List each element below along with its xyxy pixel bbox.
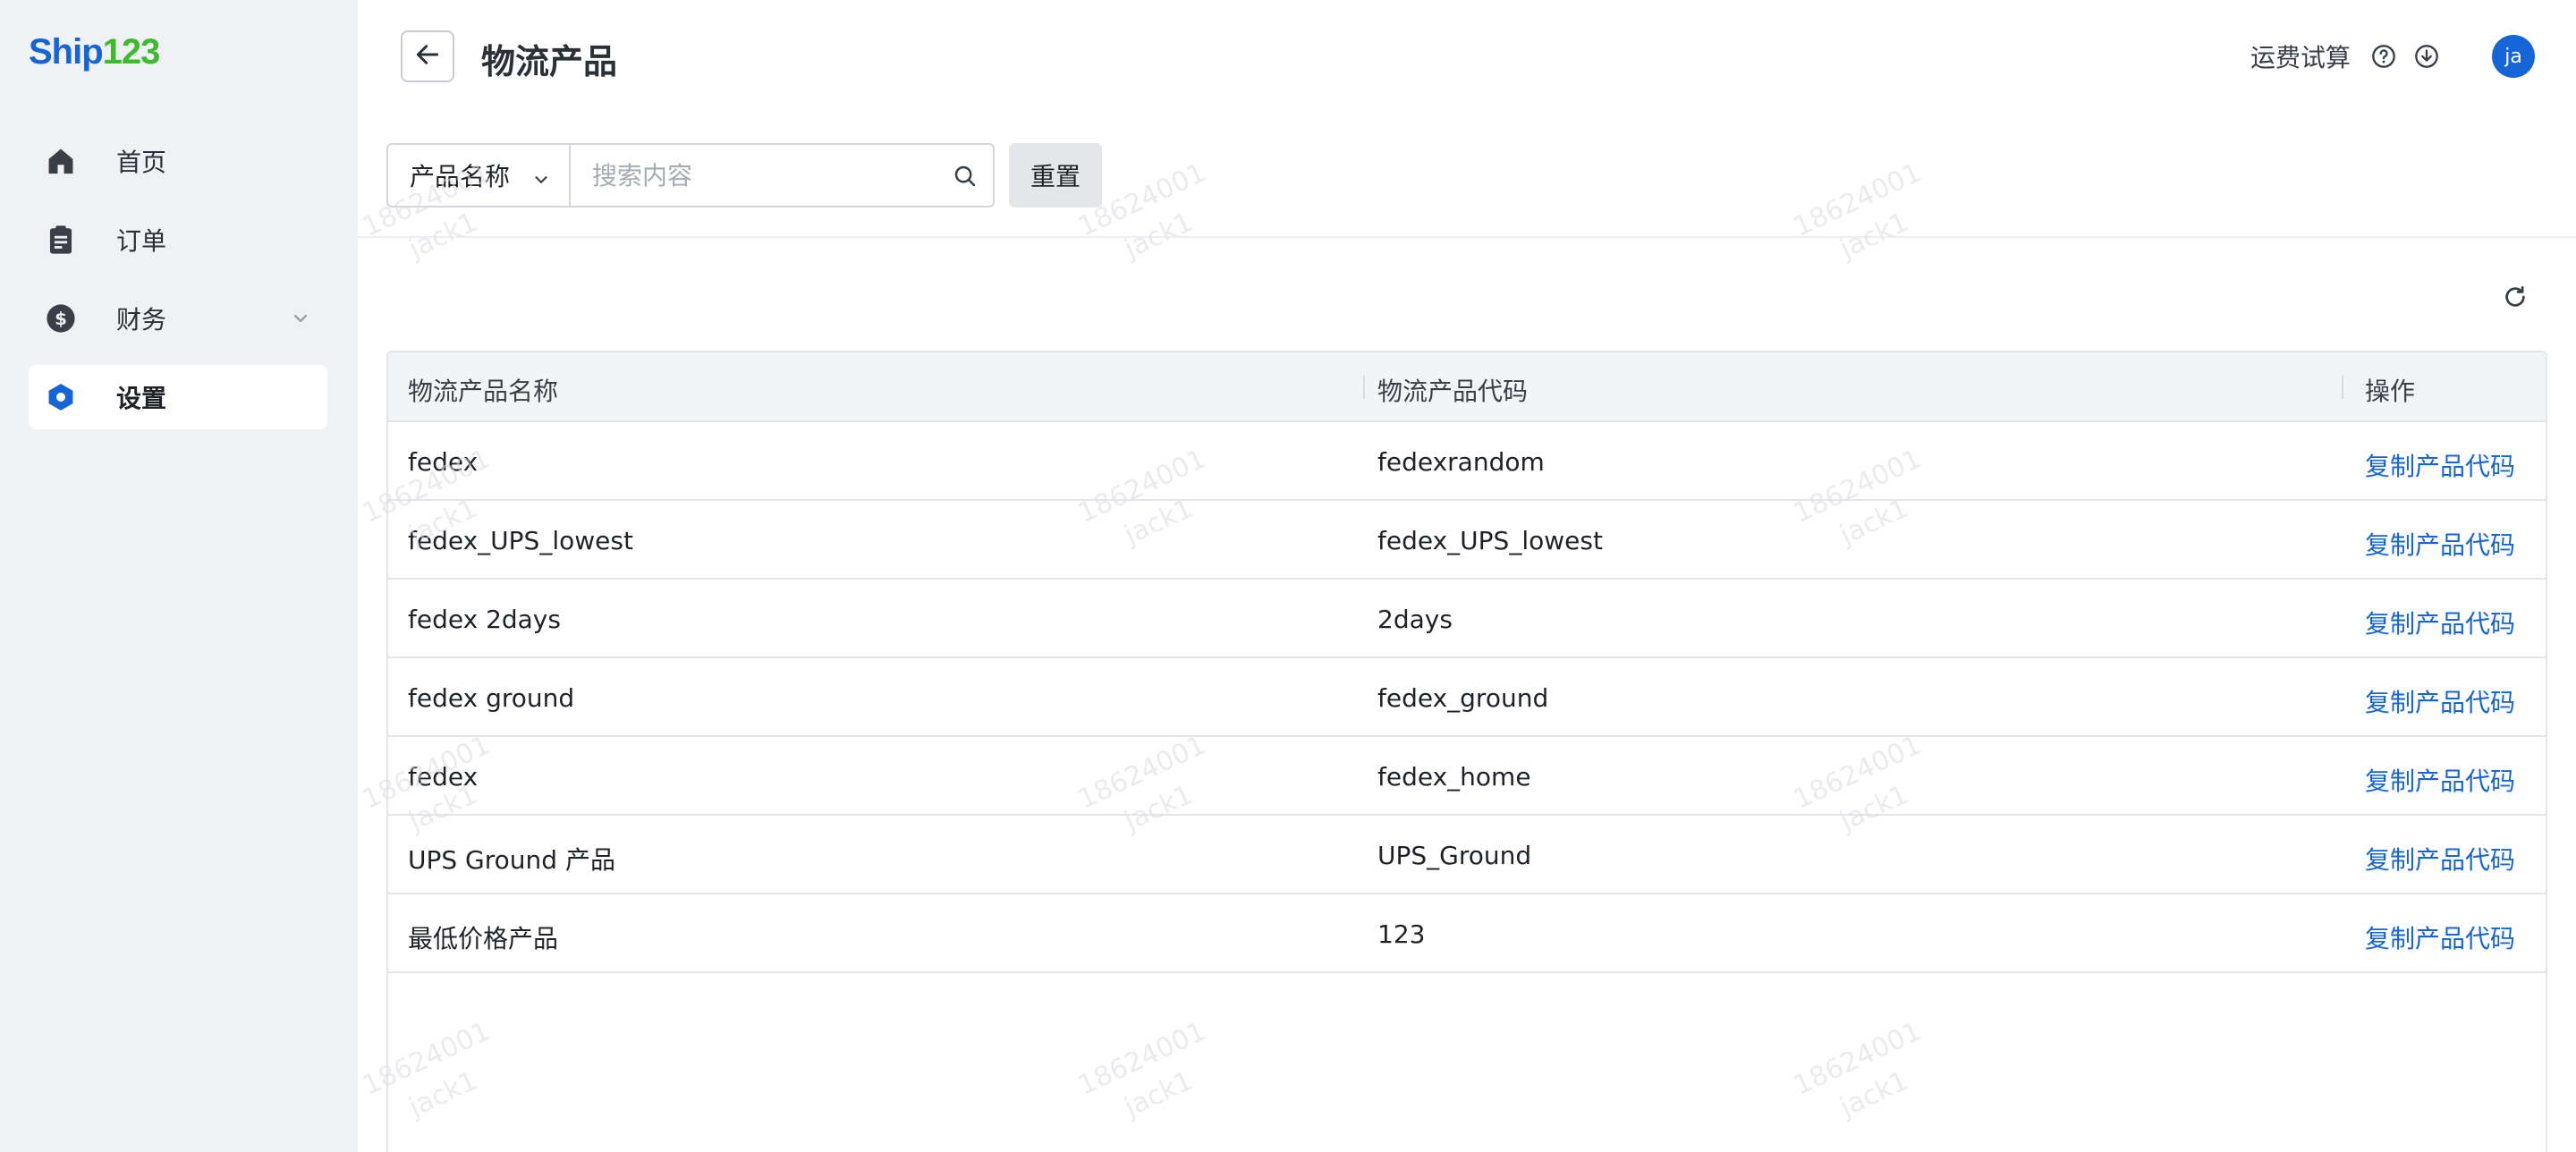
product-code-cell: 2days [1377,605,1453,634]
table-header: 物流产品名称 物流产品代码 操作 [388,352,2546,422]
freight-calculator-link[interactable]: 运费试算 [2250,38,2351,74]
copy-code-link[interactable]: 复制产品代码 [2365,762,2515,798]
column-divider [2342,376,2343,399]
copy-code-link[interactable]: 复制产品代码 [2365,605,2515,640]
header-actions: 运费试算 ja [2250,30,2535,82]
search-icon[interactable] [952,163,979,193]
sidebar-item-home[interactable]: 首页 [29,129,327,193]
svg-text:$: $ [55,309,67,329]
watermark-line: 18624001 [1789,157,1927,243]
divider [358,236,2576,238]
reset-button[interactable]: 重置 [1009,143,1102,208]
sidebar-item-orders[interactable]: 订单 [29,208,327,272]
logo-number-text: 123 [102,32,161,72]
sidebar-item-settings[interactable]: 设置 [29,365,327,429]
settings-hexagon-icon [45,381,77,413]
copy-code-link[interactable]: 复制产品代码 [2365,841,2515,877]
sidebar-item-label: 财务 [116,305,167,335]
copy-code-link[interactable]: 复制产品代码 [2365,919,2515,955]
column-header-actions: 操作 [2365,377,2416,406]
products-table: 物流产品名称 物流产品代码 操作 fedex fedexrandom 复制产品代… [386,351,2547,1152]
copy-code-link[interactable]: 复制产品代码 [2365,526,2515,562]
sidebar: Ship123 首页 订单 $ 财务 设置 [0,0,358,1152]
column-divider [1363,376,1365,399]
product-code-cell: UPS_Ground [1377,841,1532,870]
search-input-wrapper [569,143,995,208]
clipboard-icon [45,224,77,256]
product-name-cell: fedex [408,762,479,792]
sidebar-item-label: 设置 [116,384,167,413]
page-title: 物流产品 [481,42,618,81]
refresh-icon[interactable] [2499,281,2531,313]
logo[interactable]: Ship123 [29,32,161,72]
product-code-cell: fedex_ground [1377,683,1549,713]
table-row: 最低价格产品 123 复制产品代码 [388,894,2546,973]
column-header-product-name: 物流产品名称 [408,377,559,406]
copy-code-link[interactable]: 复制产品代码 [2365,683,2515,719]
sidebar-item-label: 订单 [116,226,167,256]
table-row: fedex fedexrandom 复制产品代码 [388,422,2546,501]
dollar-icon: $ [45,302,77,335]
arrow-left-icon [413,40,442,72]
product-name-cell: fedex ground [408,683,575,713]
search-field-select-value: 产品名称 [410,162,511,191]
chevron-down-icon[interactable] [290,308,311,333]
sidebar-item-label: 首页 [116,148,167,177]
product-name-cell: UPS Ground 产品 [408,845,615,875]
table-row: fedex 2days 2days 复制产品代码 [388,580,2546,658]
logo-ship-text: Ship [29,32,104,72]
copy-code-link[interactable]: 复制产品代码 [2365,447,2515,483]
help-icon[interactable] [2370,43,2397,70]
product-name-cell: fedex_UPS_lowest [408,526,633,555]
product-name-cell: fedex [408,447,479,477]
table-row: fedex ground fedex_ground 复制产品代码 [388,658,2546,737]
avatar[interactable]: ja [2492,35,2535,78]
watermark: 18624001 jack1 [1788,154,1945,283]
product-code-cell: 123 [1377,919,1426,949]
product-code-cell: fedex_UPS_lowest [1377,526,1603,555]
table-row: fedex_UPS_lowest fedex_UPS_lowest 复制产品代码 [388,501,2546,580]
chevron-down-icon [531,166,551,196]
home-icon [45,145,77,177]
sidebar-item-finance[interactable]: $ 财务 [29,286,327,351]
product-name-cell: fedex 2days [408,605,561,634]
back-button[interactable] [401,30,454,82]
search-field-select[interactable]: 产品名称 [386,143,571,208]
search-input[interactable] [571,145,993,206]
product-name-cell: 最低价格产品 [408,924,559,953]
product-code-cell: fedexrandom [1377,447,1545,477]
table-row: UPS Ground 产品 UPS_Ground 复制产品代码 [388,816,2546,894]
column-header-product-code: 物流产品代码 [1377,377,1529,406]
table-row: fedex fedex_home 复制产品代码 [388,737,2546,816]
download-icon[interactable] [2413,43,2440,70]
product-code-cell: fedex_home [1377,762,1531,792]
